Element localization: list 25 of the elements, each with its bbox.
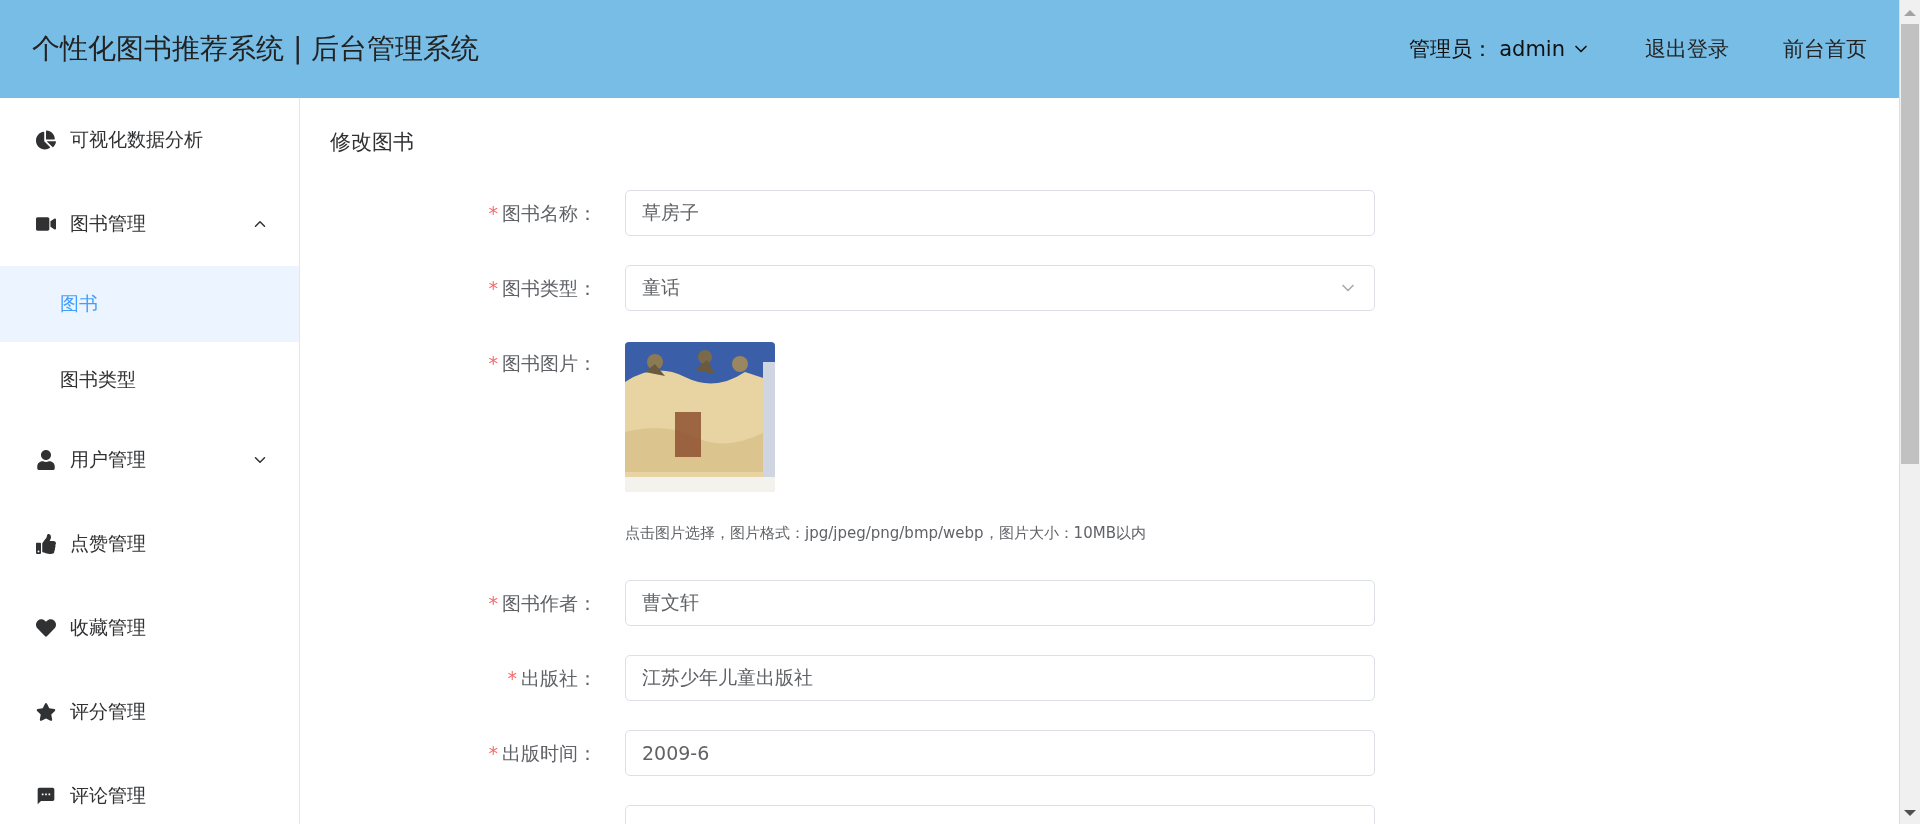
header-link[interactable]: 退出登录 — [1645, 35, 1729, 63]
video-camera-icon — [36, 214, 56, 234]
field-label: * 图书作者： — [487, 591, 598, 616]
text-field[interactable]: 草房子 — [625, 190, 1375, 236]
chat-bubble-icon — [36, 786, 56, 806]
user-icon — [36, 450, 56, 470]
field-label: * 图书类型： — [487, 276, 598, 301]
text-field[interactable]: 曹文轩 — [625, 580, 1375, 626]
upload-hint: 点击图片选择，图片格式：jpg/jpeg/png/bmp/webp，图片大小：10MB以内 — [625, 524, 1146, 543]
field-label: * 出版社： — [506, 666, 598, 691]
app-title: 个性化图书推荐系统 | 后台管理系统 — [32, 31, 481, 67]
pie-chart-icon — [36, 130, 56, 150]
text-field[interactable]: 江苏少年儿童出版社 — [625, 655, 1375, 701]
field-label: * 图书图片： — [487, 351, 598, 376]
select-field[interactable]: 童话 — [625, 265, 1375, 311]
admin-menu[interactable]: 管理员： admin — [1409, 35, 1591, 63]
form-title: 修改图书 — [330, 129, 415, 156]
field-label: * 图书名称： — [487, 201, 598, 226]
heart-icon — [36, 618, 56, 638]
thumbs-up-icon — [36, 534, 56, 554]
header-link[interactable]: 前台首页 — [1783, 35, 1867, 63]
scrollbar[interactable] — [1899, 0, 1920, 824]
text-field[interactable]: 2009-6 — [625, 730, 1375, 776]
star-icon — [36, 702, 56, 722]
field-label: * 出版时间： — [487, 741, 598, 766]
